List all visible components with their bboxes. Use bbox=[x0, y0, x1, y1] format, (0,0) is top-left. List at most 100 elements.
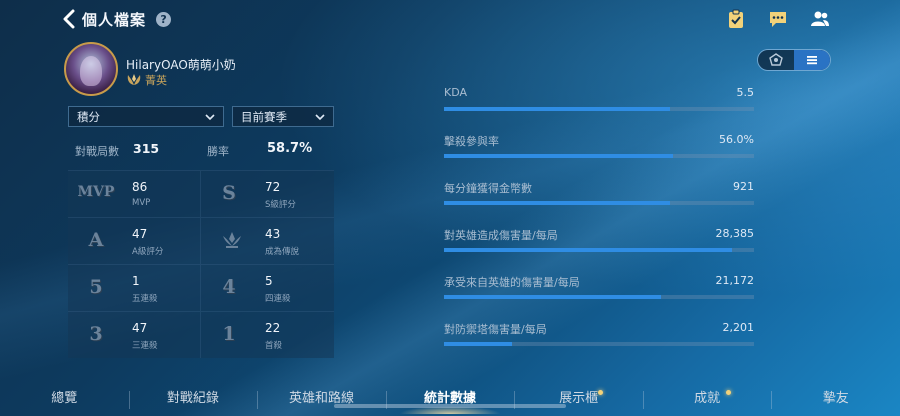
rank-row: 菁英 bbox=[126, 72, 167, 88]
grid-value: 72 bbox=[265, 180, 281, 194]
grid-value: 22 bbox=[265, 321, 281, 335]
grid-value: 47 bbox=[132, 321, 148, 335]
grid-label: 四連殺 bbox=[265, 294, 291, 304]
stat-bar-track bbox=[444, 154, 754, 158]
stat-bar-track bbox=[444, 107, 754, 111]
grid-cell-s-rating: S 72 S級評分 bbox=[201, 170, 334, 217]
season-dropdown[interactable]: 目前賽季 bbox=[232, 106, 334, 127]
bottom-nav: 總覽 對戰紀錄 英雄和路線 統計數據 展示櫃 成就 摯友 bbox=[0, 384, 900, 416]
tab-showcase[interactable]: 展示櫃 bbox=[514, 384, 643, 416]
stats-list: KDA 5.5 擊殺參與率 56.0% 每分鐘獲得金幣數 921 對英雄造成傷害… bbox=[444, 86, 754, 368]
scroll-indicator bbox=[334, 404, 566, 408]
stat-value: 2,201 bbox=[722, 321, 755, 334]
tab-match-history[interactable]: 對戰紀錄 bbox=[128, 384, 258, 416]
notification-dot bbox=[597, 390, 603, 395]
stat-bar-fill bbox=[444, 107, 671, 111]
matches-value: 315 bbox=[133, 141, 160, 156]
stat-bar-fill bbox=[444, 342, 513, 346]
season-dropdown-value: 目前賽季 bbox=[241, 109, 287, 124]
quadra-kill-icon: 4 bbox=[222, 276, 236, 298]
stat-row-kill-participation: 擊殺參與率 56.0% bbox=[444, 133, 754, 180]
tab-close-friends[interactable]: 摯友 bbox=[771, 384, 900, 416]
mode-dropdown-value: 積分 bbox=[77, 109, 100, 124]
stat-bar-track bbox=[444, 295, 754, 299]
friends-icon[interactable] bbox=[810, 9, 830, 29]
grid-cell-penta-kill: 5 1 五連殺 bbox=[68, 264, 201, 311]
stat-value: 5.5 bbox=[736, 86, 755, 99]
chat-icon[interactable] bbox=[768, 9, 788, 29]
stat-bar-fill bbox=[444, 295, 661, 299]
grid-label: A級評分 bbox=[132, 247, 164, 257]
top-icons bbox=[726, 9, 830, 29]
grid-cell-mvp: MVP 86 MVP bbox=[68, 170, 201, 217]
stat-value: 21,172 bbox=[715, 274, 755, 287]
tab-heroes-and-lanes[interactable]: 英雄和路線 bbox=[257, 384, 386, 416]
stat-label: 對英雄造成傷害量/每局 bbox=[444, 229, 558, 242]
mvp-icon: MVP bbox=[77, 184, 115, 200]
stat-label: 每分鐘獲得金幣數 bbox=[444, 182, 532, 195]
matches-label: 對戰局數 bbox=[75, 145, 119, 158]
grid-label: MVP bbox=[132, 198, 151, 208]
a-rating-icon: A bbox=[88, 229, 104, 251]
header: 個人檔案 ? bbox=[62, 8, 172, 30]
chevron-down-icon bbox=[205, 113, 215, 120]
stat-bar-track bbox=[444, 342, 754, 346]
stat-row-tower-damage: 對防禦塔傷害量/每局 2,201 bbox=[444, 321, 754, 368]
winrate-label: 勝率 bbox=[207, 145, 229, 158]
page-title: 個人檔案 bbox=[82, 10, 147, 29]
help-icon[interactable]: ? bbox=[156, 11, 172, 27]
player-name: HilaryOAO萌萌小奶 bbox=[126, 58, 236, 72]
stat-bar-fill bbox=[444, 201, 671, 205]
grid-cell-triple-kill: 3 47 三連殺 bbox=[68, 311, 201, 358]
grid-value: 5 bbox=[265, 274, 273, 288]
grid-cell-first-blood: 1 22 首殺 bbox=[201, 311, 334, 358]
stat-bar-track bbox=[444, 248, 754, 252]
stat-value: 921 bbox=[733, 180, 754, 193]
stat-label: 承受來自英雄的傷害量/每局 bbox=[444, 276, 580, 289]
clipboard-icon[interactable] bbox=[726, 9, 746, 29]
avatar[interactable] bbox=[64, 42, 118, 96]
grid-label: 成為傳說 bbox=[265, 247, 300, 257]
triple-kill-icon: 3 bbox=[89, 323, 103, 345]
notification-dot bbox=[726, 390, 732, 395]
stat-row-gold-per-minute: 每分鐘獲得金幣數 921 bbox=[444, 180, 754, 227]
summary-row: 對戰局數 315 勝率 58.7% bbox=[68, 141, 334, 161]
grid-value: 43 bbox=[265, 227, 281, 241]
list-view-icon bbox=[807, 56, 817, 65]
stat-label: KDA bbox=[444, 86, 468, 99]
grid-label: 五連殺 bbox=[132, 294, 158, 304]
tab-overview[interactable]: 總覽 bbox=[0, 384, 129, 416]
legendary-crown-icon bbox=[223, 232, 241, 248]
grid-value: 1 bbox=[132, 274, 140, 288]
grid-label: 首殺 bbox=[265, 341, 283, 351]
chevron-left-icon[interactable] bbox=[62, 9, 76, 29]
tab-achievements[interactable]: 成就 bbox=[642, 384, 772, 416]
penta-kill-icon: 5 bbox=[89, 276, 103, 298]
chevron-down-icon bbox=[315, 113, 325, 120]
grid-cell-a-rating: A 47 A級評分 bbox=[68, 217, 201, 264]
grid-value: 86 bbox=[132, 180, 148, 194]
stat-bar-fill bbox=[444, 154, 674, 158]
winrate-value: 58.7% bbox=[267, 141, 313, 156]
grid-value: 47 bbox=[132, 227, 148, 241]
radar-view-icon bbox=[769, 53, 783, 66]
stat-bar-track bbox=[444, 201, 754, 205]
first-blood-icon: 1 bbox=[222, 323, 236, 345]
mode-dropdown[interactable]: 積分 bbox=[68, 106, 224, 127]
list-view-button[interactable] bbox=[794, 50, 830, 70]
grid-cell-legendary: 43 成為傳說 bbox=[201, 217, 334, 264]
grid-cell-quadra-kill: 4 5 四連殺 bbox=[201, 264, 334, 311]
grid-label: 三連殺 bbox=[132, 341, 158, 351]
stat-value: 28,385 bbox=[715, 227, 755, 240]
stat-row-hero-damage: 對英雄造成傷害量/每局 28,385 bbox=[444, 227, 754, 274]
stat-row-damage-taken: 承受來自英雄的傷害量/每局 21,172 bbox=[444, 274, 754, 321]
stat-row-kda: KDA 5.5 bbox=[444, 86, 754, 133]
stat-bar-fill bbox=[444, 248, 733, 252]
tab-statistics[interactable]: 統計數據 bbox=[385, 384, 515, 416]
s-rating-icon: S bbox=[222, 182, 236, 204]
laurel-rank-icon bbox=[127, 74, 141, 85]
stat-label: 對防禦塔傷害量/每局 bbox=[444, 323, 547, 336]
radar-view-button[interactable] bbox=[758, 50, 794, 70]
view-toggle bbox=[757, 49, 831, 71]
rank-label: 菁英 bbox=[145, 74, 167, 87]
